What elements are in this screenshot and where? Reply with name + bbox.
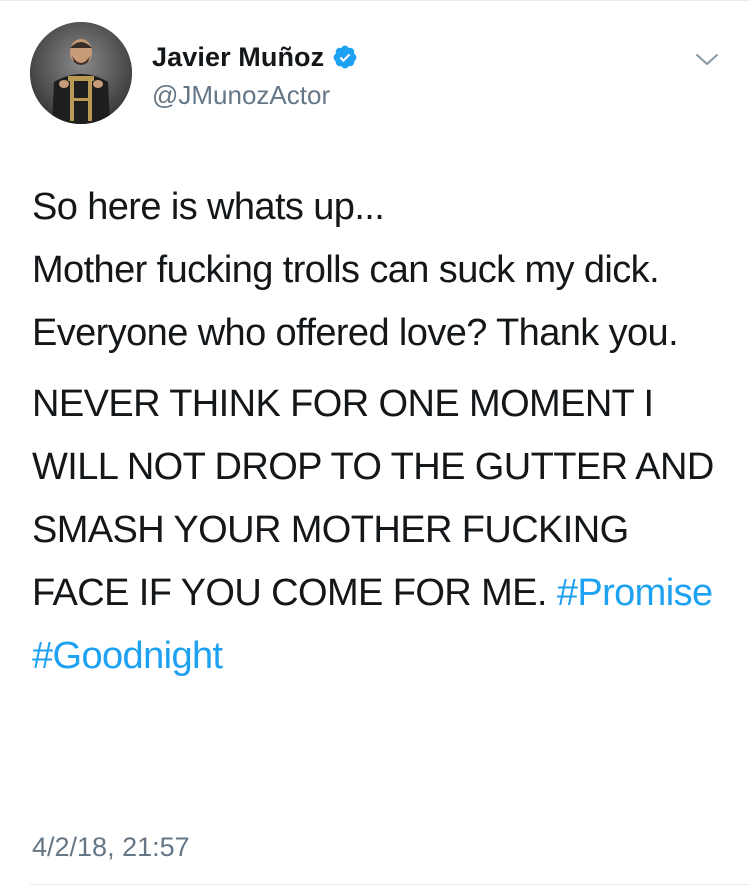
top-divider xyxy=(0,0,750,1)
bottom-divider xyxy=(30,884,750,885)
tweet-body: So here is whats up... Mother fucking tr… xyxy=(32,176,722,688)
tweet-timestamp[interactable]: 4/2/18, 21:57 xyxy=(32,832,190,863)
tweet-line: So here is whats up... xyxy=(32,186,385,228)
author-display-name[interactable]: Javier Muñoz xyxy=(152,42,324,73)
avatar[interactable] xyxy=(30,22,132,124)
author-handle[interactable]: @JMunozActor xyxy=(152,80,330,111)
verified-badge-icon xyxy=(332,44,358,70)
tweet-line: Everyone who offered love? Thank you. xyxy=(32,312,679,354)
hashtag-link[interactable]: #Promise xyxy=(557,572,713,614)
tweet-line: Mother fucking trolls can suck my dick. xyxy=(32,249,660,291)
hashtag-link[interactable]: #Goodnight xyxy=(32,635,223,677)
author-name-row[interactable]: Javier Muñoz xyxy=(152,40,358,74)
tweet-paragraph: NEVER THINK FOR ONE MOMENT I WILL NOT DR… xyxy=(32,373,722,688)
chevron-down-icon[interactable] xyxy=(694,50,720,70)
avatar-image xyxy=(30,22,132,124)
